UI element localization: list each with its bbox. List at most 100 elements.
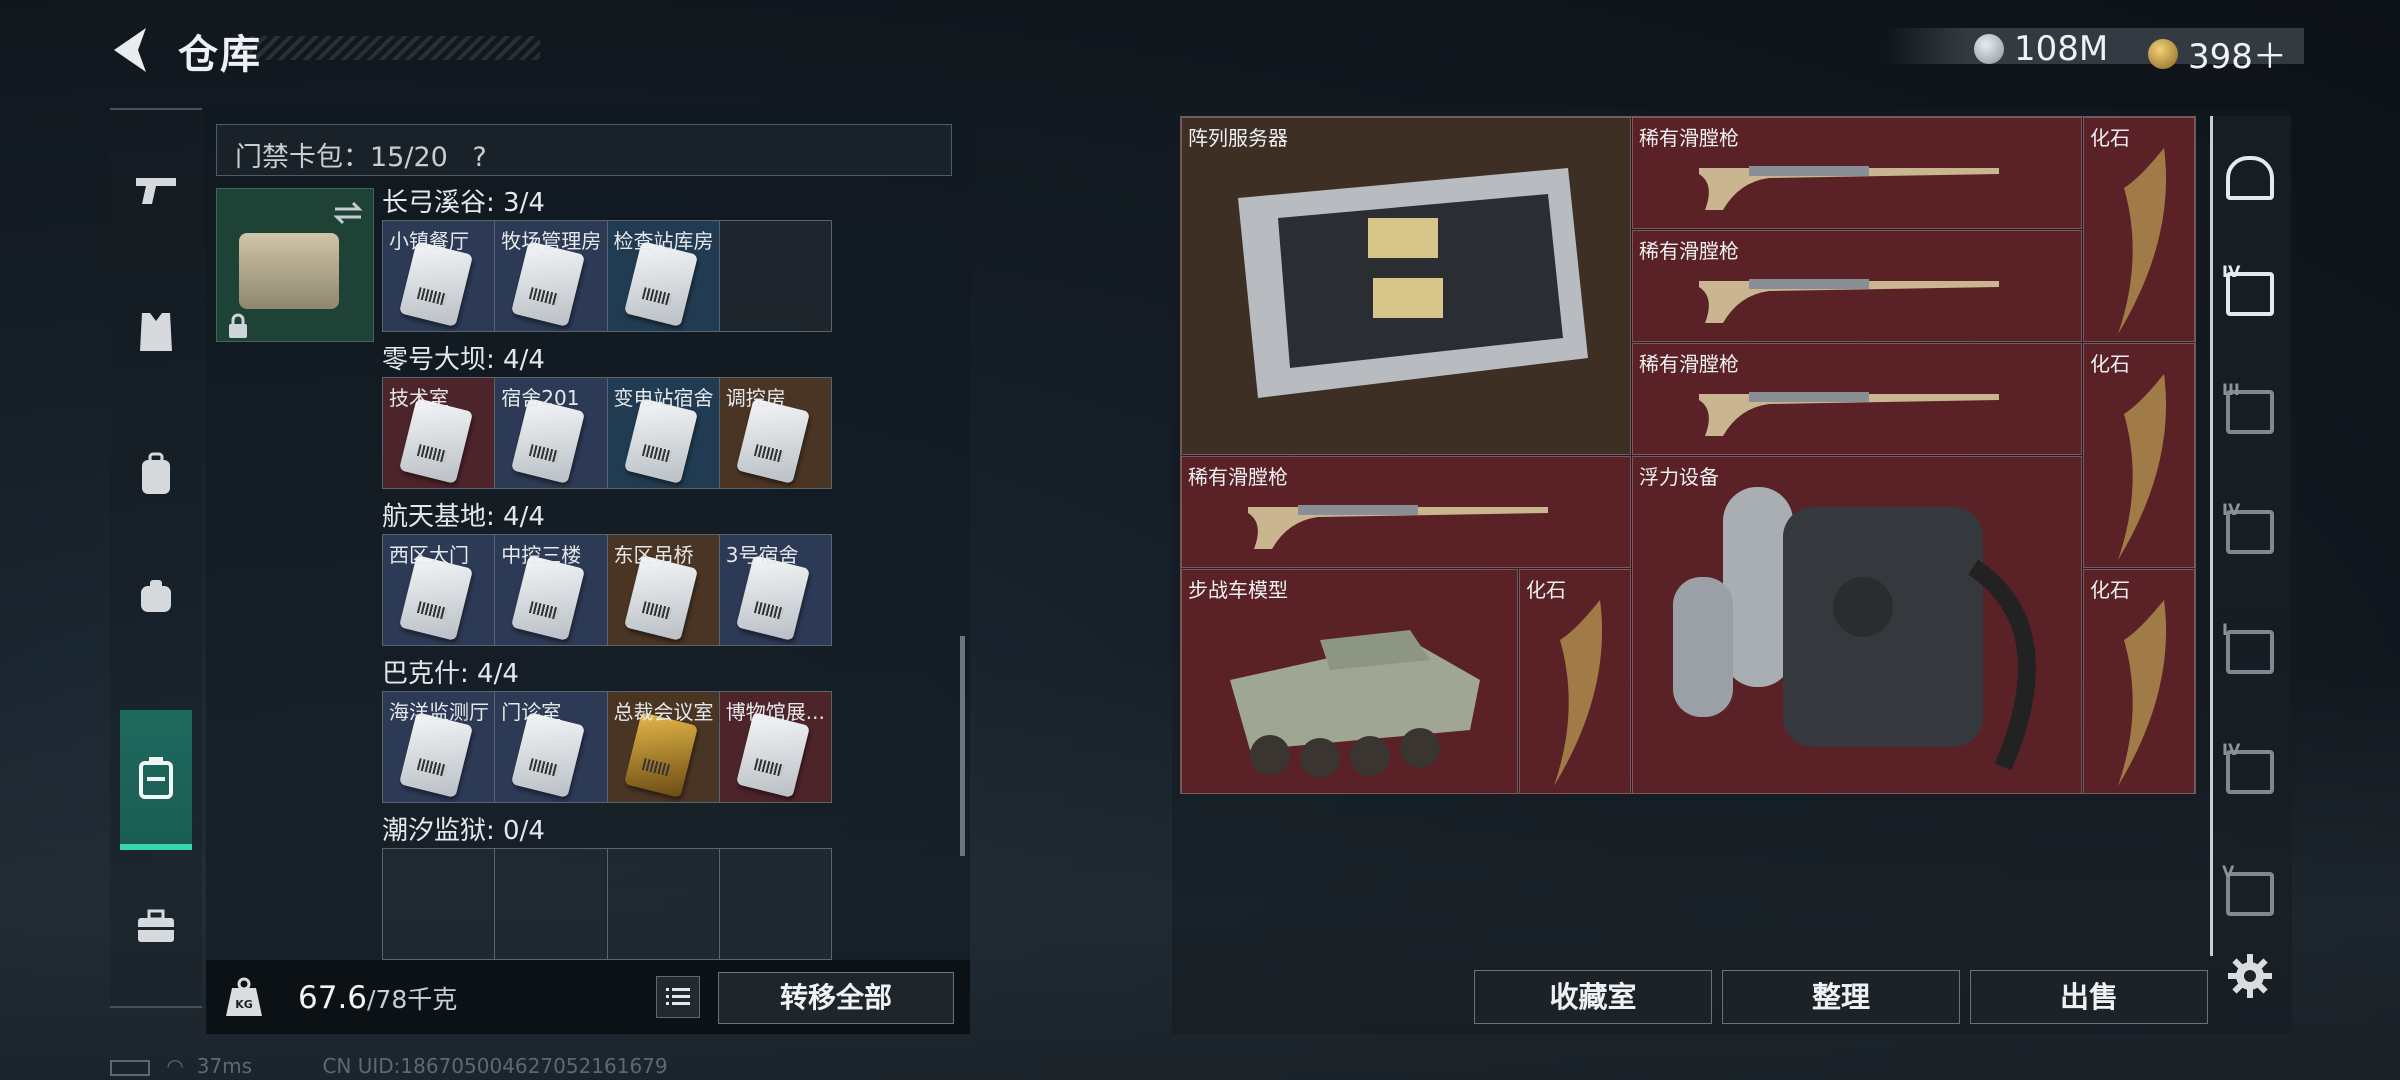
keycard-slot[interactable]: 技术室 (383, 378, 496, 488)
scrollbar[interactable] (960, 636, 965, 856)
nav-keycard-case[interactable] (120, 710, 192, 850)
item-rare-musket[interactable]: 稀有滑膛枪 (1632, 230, 2082, 342)
keycard-slot[interactable]: 东区吊桥 (607, 535, 720, 645)
back-arrow-icon[interactable] (108, 24, 152, 76)
item-rare-musket[interactable]: 稀有滑膛枪 (1632, 117, 2082, 229)
item-rare-musket[interactable]: 稀有滑膛枪 (1181, 456, 1631, 568)
keycard-name: 小镇餐厅 (389, 229, 469, 253)
musket-image (1699, 166, 1999, 210)
transfer-all-button[interactable]: 转移全部 (718, 972, 954, 1024)
list-view-button[interactable] (656, 976, 700, 1018)
keycard-slot-row: 小镇餐厅 牧场管理房 检查站库房 (382, 220, 832, 332)
help-icon[interactable]: ? (472, 142, 486, 173)
item-name: 步战车模型 (1188, 578, 1288, 602)
repair-nav-6[interactable]: V (2222, 862, 2278, 922)
repair-nav-4[interactable]: I (2222, 620, 2278, 680)
keycard-slot[interactable]: 调控房 (719, 378, 831, 488)
tokens-value: 398＋ (2188, 37, 2287, 77)
category-title: 长弓溪谷: 3/4 (382, 188, 545, 218)
item-name: 化石 (2090, 126, 2130, 150)
empty-keycard-slot[interactable] (383, 849, 496, 959)
repair-nav-3[interactable]: IV (2222, 500, 2278, 560)
fossil-claw-image (2118, 600, 2167, 786)
item-fossil[interactable]: 化石 (2083, 569, 2195, 794)
weight-current: 67.6 (298, 980, 368, 1016)
keycard-case-slot[interactable] (216, 188, 374, 342)
swap-icon[interactable] (333, 201, 363, 225)
sell-button[interactable]: 出售 (1970, 970, 2208, 1024)
helmet-icon (2226, 156, 2274, 200)
nav-armor[interactable] (120, 296, 192, 368)
keycard-slot[interactable]: 3号宿舍 (719, 535, 831, 645)
repair-nav-1[interactable]: IV (2222, 262, 2278, 322)
keycard-slot[interactable]: 总裁会议室 (607, 692, 720, 802)
token-icon (2148, 38, 2178, 69)
keycard-slot-row: 西区大门 中控三楼 东区吊桥 3号宿舍 (382, 534, 832, 646)
keycard-slot[interactable]: 小镇餐厅 (383, 221, 496, 331)
keycard-name: 博物馆展... (725, 700, 825, 724)
keycard-slot[interactable]: 宿舍201 (495, 378, 608, 488)
item-fossil[interactable]: 化石 (1519, 569, 1631, 794)
nav-weapons[interactable] (120, 154, 192, 226)
toolbox-icon (138, 909, 174, 942)
keycard-name: 西区大门 (389, 543, 469, 567)
tokens-display[interactable]: 398＋ (2148, 29, 2287, 78)
fossil-claw-image (2118, 148, 2167, 334)
ping-value: 37ms (196, 1054, 253, 1078)
lock-icon (229, 313, 247, 338)
keycard-case-image (239, 233, 339, 309)
keycard-name: 宿舍201 (501, 386, 580, 410)
sort-button[interactable]: 整理 (1722, 970, 1960, 1024)
category-title: 航天基地: 4/4 (382, 502, 545, 532)
keycard-name: 3号宿舍 (725, 543, 799, 567)
keycard-name: 技术室 (389, 386, 449, 410)
fossil-claw-image (1554, 600, 1603, 786)
keycard-slot[interactable]: 西区大门 (383, 535, 496, 645)
item-fossil[interactable]: 化石 (2083, 343, 2195, 568)
empty-keycard-slot[interactable] (607, 849, 720, 959)
item-name: 浮力设备 (1639, 465, 1719, 489)
keycard-name: 调控房 (725, 386, 786, 410)
keycard-name: 海洋监测厅 (389, 700, 489, 724)
pouch-icon (141, 580, 171, 612)
keycard-slot[interactable]: 中控三楼 (495, 535, 608, 645)
category-title: 潮汐监狱: 0/4 (382, 816, 545, 846)
keycard-slot[interactable]: 博物馆展... (719, 692, 831, 802)
keycard-slot[interactable]: 海洋监测厅 (383, 692, 496, 802)
empty-keycard-slot[interactable] (719, 849, 831, 959)
keycard-slot[interactable]: 变电站宿舍 (607, 378, 720, 488)
list-icon (666, 988, 690, 1005)
settings-gear-icon[interactable] (2226, 952, 2274, 1000)
item-ifv-model[interactable]: 步战车模型 (1181, 569, 1518, 794)
collection-room-button[interactable]: 收藏室 (1474, 970, 1712, 1024)
weight-kg-icon: KG (226, 977, 262, 1016)
ifv-model-image (1230, 630, 1480, 778)
repair-nav-2[interactable]: III (2222, 380, 2278, 440)
tier-label: III (2222, 380, 2240, 399)
pistol-icon (136, 178, 176, 204)
nav-pouch[interactable] (120, 560, 192, 632)
keycard-slot[interactable]: 门诊室 (495, 692, 608, 802)
repair-nav-0[interactable] (2222, 150, 2278, 206)
coins-display[interactable]: 108M (1974, 29, 2108, 69)
keycard-name: 变电站宿舍 (613, 386, 714, 410)
item-rare-musket[interactable]: 稀有滑膛枪 (1632, 343, 2082, 455)
helmet-repair-icon (2226, 630, 2274, 674)
item-fossil[interactable]: 化石 (2083, 117, 2195, 342)
empty-keycard-slot[interactable] (719, 221, 831, 331)
item-flotation-device[interactable]: 浮力设备 (1632, 456, 2082, 794)
category-title: 巴克什: 4/4 (382, 659, 519, 689)
tier-label: IV (2222, 500, 2241, 519)
keycard-slot[interactable]: 牧场管理房 (495, 221, 608, 331)
backpack-icon (142, 452, 170, 494)
keycard-slot[interactable]: 检查站库房 (607, 221, 720, 331)
nav-toolbox[interactable] (120, 890, 192, 962)
item-name: 化石 (2090, 578, 2130, 602)
uid-value: CN UID:186705004627052161679 (322, 1054, 668, 1078)
svg-text:KG: KG (235, 998, 253, 1011)
nav-backpack[interactable] (120, 438, 192, 510)
item-array-server[interactable]: 阵列服务器 (1181, 117, 1631, 455)
empty-keycard-slot[interactable] (495, 849, 608, 959)
item-name: 稀有滑膛枪 (1639, 239, 1739, 263)
repair-nav-5[interactable]: IV (2222, 740, 2278, 800)
